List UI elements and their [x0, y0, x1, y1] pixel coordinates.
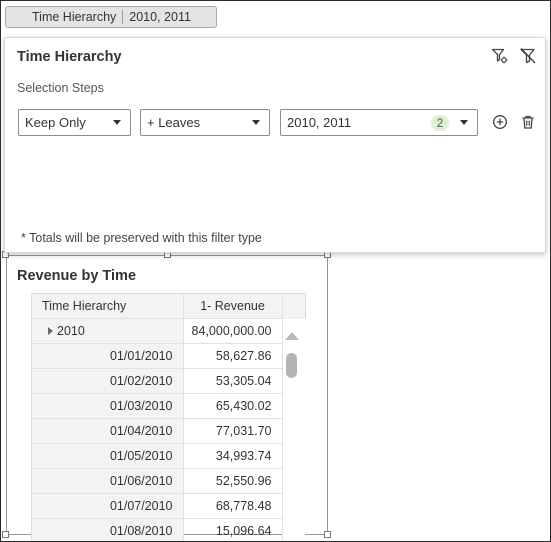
chevron-down-icon	[252, 120, 260, 125]
scroll-gutter	[282, 443, 305, 469]
revenue-cell: 65,430.02	[183, 393, 283, 419]
add-step-icon[interactable]	[491, 113, 509, 131]
scroll-up-arrow-icon[interactable]	[285, 332, 299, 340]
revenue-cell: 84,000,000.00	[183, 318, 283, 344]
filter-settings-icon[interactable]	[491, 47, 509, 65]
column-header-revenue[interactable]: 1- Revenue	[183, 293, 283, 319]
revenue-cell: 68,778.48	[183, 493, 283, 519]
members-dropdown-value: 2010, 2011	[287, 115, 352, 130]
chevron-down-icon	[460, 120, 468, 125]
members-dropdown[interactable]: 2010, 2011 2	[280, 109, 478, 136]
method-dropdown-value: + Leaves	[147, 115, 201, 130]
delete-icon[interactable]	[519, 113, 537, 131]
row-label: 01/02/2010	[32, 368, 184, 394]
selection-steps-label: Selection Steps	[17, 81, 104, 95]
filter-chip-divider	[122, 10, 124, 24]
table-row: 01/01/2010 58,627.86	[32, 343, 305, 369]
table-row: 01/08/2010 15,096.64	[32, 518, 305, 541]
table-row: 2010 84,000,000.00	[32, 318, 305, 344]
revenue-cell: 15,096.64	[183, 518, 283, 541]
resize-handle[interactable]	[324, 531, 331, 538]
action-dropdown[interactable]: Keep Only	[18, 109, 131, 136]
year-row-header[interactable]: 2010	[32, 318, 184, 344]
filter-popup-panel: Time Hierarchy Selection Steps Keep Only	[4, 37, 546, 253]
scroll-gutter	[282, 493, 305, 519]
row-label: 01/01/2010	[32, 343, 184, 369]
revenue-cell: 58,627.86	[183, 343, 283, 369]
pivot-table: Time Hierarchy 1- Revenue 2010 84,000,00…	[31, 293, 306, 541]
chevron-down-icon	[113, 120, 121, 125]
panel-title: Time Hierarchy	[17, 49, 122, 65]
row-label: 01/03/2010	[32, 393, 184, 419]
expand-triangle-icon[interactable]	[48, 326, 53, 335]
filter-chip-value: 2010, 2011	[129, 10, 191, 24]
table-row: 01/07/2010 68,778.48	[32, 493, 305, 519]
table-row: 01/04/2010 77,031.70	[32, 418, 305, 444]
scroll-gutter	[282, 418, 305, 444]
time-hierarchy-filter-chip[interactable]: Time Hierarchy 2010, 2011	[5, 6, 217, 28]
method-dropdown[interactable]: + Leaves	[140, 109, 270, 136]
clear-filter-icon[interactable]	[519, 47, 537, 65]
action-dropdown-value: Keep Only	[25, 115, 86, 130]
table-row: 01/02/2010 53,305.04	[32, 368, 305, 394]
row-label: 01/04/2010	[32, 418, 184, 444]
revenue-cell: 77,031.70	[183, 418, 283, 444]
scroll-gutter	[282, 468, 305, 494]
vertical-scrollbar-thumb[interactable]	[286, 353, 297, 378]
header-corner	[282, 293, 306, 319]
canvas: Time Hierarchy 2010, 2011 Revenue by Tim…	[0, 0, 551, 542]
row-label: 01/08/2010	[32, 518, 184, 541]
filter-chip-label: Time Hierarchy	[32, 10, 117, 24]
scroll-gutter	[282, 518, 305, 541]
column-header-time-hierarchy[interactable]: Time Hierarchy	[32, 293, 184, 319]
row-label: 01/05/2010	[32, 443, 184, 469]
totals-note: * Totals will be preserved with this fil…	[21, 231, 262, 245]
row-label: 01/07/2010	[32, 493, 184, 519]
scroll-gutter	[282, 393, 305, 419]
row-label: 01/06/2010	[32, 468, 184, 494]
table-row: 01/06/2010 52,550.96	[32, 468, 305, 494]
member-count-badge: 2	[431, 115, 449, 131]
visualization-title: Revenue by Time	[17, 268, 137, 284]
revenue-cell: 34,993.74	[183, 443, 283, 469]
table-row: 01/03/2010 65,430.02	[32, 393, 305, 419]
resize-handle[interactable]	[2, 531, 9, 538]
revenue-cell: 53,305.04	[183, 368, 283, 394]
revenue-cell: 52,550.96	[183, 468, 283, 494]
row-label: 2010	[57, 324, 85, 338]
table-row: 01/05/2010 34,993.74	[32, 443, 305, 469]
